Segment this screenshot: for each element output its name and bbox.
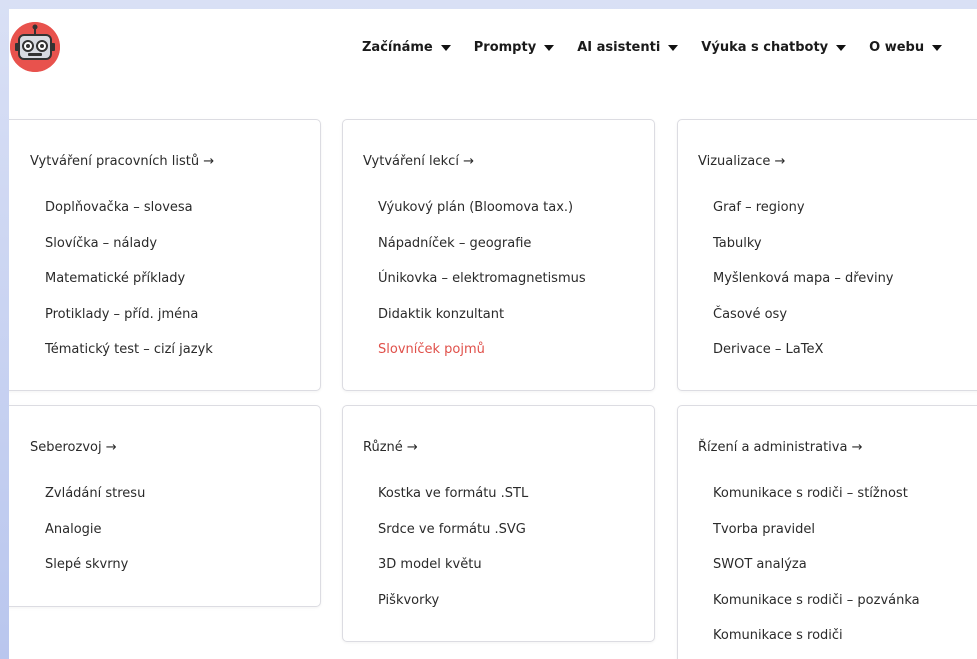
- card-title[interactable]: Vytváření pracovních listů →: [30, 154, 214, 169]
- card-link[interactable]: Didaktik konzultant: [378, 307, 586, 343]
- card-link-list: Graf – regiony Tabulky Myšlenková mapa –…: [713, 200, 894, 378]
- card-link-list: Výukový plán (Bloomova tax.) Nápadníček …: [378, 200, 586, 378]
- card-title[interactable]: Vytváření lekcí →: [363, 154, 474, 169]
- card-title[interactable]: Vizualizace →: [698, 154, 785, 169]
- card-link[interactable]: Tabulky: [713, 236, 894, 272]
- card-administration: Řízení a administrativa → Komunikace s r…: [677, 405, 977, 659]
- card-link[interactable]: Protiklady – příd. jména: [45, 307, 213, 343]
- card-visualization: Vizualizace → Graf – regiony Tabulky Myš…: [677, 119, 977, 391]
- card-link-list: Zvládání stresu Analogie Slepé skvrny: [45, 486, 145, 593]
- card-link[interactable]: Kostka ve formátu .STL: [378, 486, 528, 522]
- nav-label: Prompty: [473, 40, 537, 55]
- card-link[interactable]: Časové osy: [713, 307, 894, 343]
- card-link[interactable]: 3D model květu: [378, 557, 528, 593]
- card-link[interactable]: SWOT analýza: [713, 557, 920, 593]
- caret-down-icon: [932, 44, 943, 51]
- card-title[interactable]: Řízení a administrativa →: [698, 440, 862, 455]
- card-link[interactable]: Doplňovačka – slovesa: [45, 200, 213, 236]
- card-title[interactable]: Různé →: [363, 440, 418, 455]
- nav-label: Výuka s chatboty: [701, 40, 829, 55]
- card-link[interactable]: Piškvorky: [378, 593, 528, 629]
- robot-head-icon: [10, 22, 60, 72]
- card-link[interactable]: Nápadníček – geografie: [378, 236, 586, 272]
- card-link[interactable]: Komunikace s rodiči: [713, 628, 920, 659]
- card-link-list: Kostka ve formátu .STL Srdce ve formátu …: [378, 486, 528, 628]
- robot-logo-icon[interactable]: [10, 22, 60, 72]
- caret-down-icon: [836, 44, 847, 51]
- nav-item-prompty[interactable]: Prompty: [473, 40, 555, 55]
- site-header: Začínáme Prompty AI asistenti Výuka s ch…: [9, 9, 977, 91]
- card-link[interactable]: Matematické příklady: [45, 271, 213, 307]
- card-link[interactable]: Únikovka – elektromagnetismus: [378, 271, 586, 307]
- card-link[interactable]: Myšlenková mapa – dřeviny: [713, 271, 894, 307]
- card-misc: Různé → Kostka ve formátu .STL Srdce ve …: [342, 405, 655, 642]
- card-link[interactable]: Srdce ve formátu .SVG: [378, 522, 528, 558]
- card-worksheets: Vytváření pracovních listů → Doplňovačka…: [9, 119, 321, 391]
- card-link[interactable]: Komunikace s rodiči – stížnost: [713, 486, 920, 522]
- caret-down-icon: [668, 44, 679, 51]
- card-lessons: Vytváření lekcí → Výukový plán (Bloomova…: [342, 119, 655, 391]
- card-link[interactable]: Graf – regiony: [713, 200, 894, 236]
- card-title[interactable]: Seberozvoj →: [30, 440, 117, 455]
- nav-label: O webu: [869, 40, 925, 55]
- card-link[interactable]: Slepé skvrny: [45, 557, 145, 593]
- caret-down-icon: [544, 44, 555, 51]
- card-link[interactable]: Tématický test – cizí jazyk: [45, 342, 213, 378]
- card-link-list: Komunikace s rodiči – stížnost Tvorba pr…: [713, 486, 920, 659]
- card-link[interactable]: Derivace – LaTeX: [713, 342, 894, 378]
- card-link[interactable]: Zvládání stresu: [45, 486, 145, 522]
- card-link[interactable]: Tvorba pravidel: [713, 522, 920, 558]
- card-link[interactable]: Výukový plán (Bloomova tax.): [378, 200, 586, 236]
- card-link[interactable]: Analogie: [45, 522, 145, 558]
- nav-label: AI asistenti: [577, 40, 661, 55]
- nav-label: Začínáme: [362, 40, 433, 55]
- page: Začínáme Prompty AI asistenti Výuka s ch…: [9, 9, 977, 659]
- nav-item-ai-asistenti[interactable]: AI asistenti: [577, 40, 679, 55]
- card-self-development: Seberozvoj → Zvládání stresu Analogie Sl…: [9, 405, 321, 607]
- nav-item-vyuka-s-chatboty[interactable]: Výuka s chatboty: [701, 40, 847, 55]
- caret-down-icon: [440, 44, 451, 51]
- nav-item-o-webu[interactable]: O webu: [869, 40, 943, 55]
- card-link-list: Doplňovačka – slovesa Slovíčka – nálady …: [45, 200, 213, 378]
- card-link[interactable]: Slovíčka – nálady: [45, 236, 213, 272]
- main-nav: Začínáme Prompty AI asistenti Výuka s ch…: [362, 40, 965, 55]
- card-link[interactable]: Komunikace s rodiči – pozvánka: [713, 593, 920, 629]
- card-link-active[interactable]: Slovníček pojmů: [378, 342, 586, 378]
- nav-item-zaciname[interactable]: Začínáme: [362, 40, 451, 55]
